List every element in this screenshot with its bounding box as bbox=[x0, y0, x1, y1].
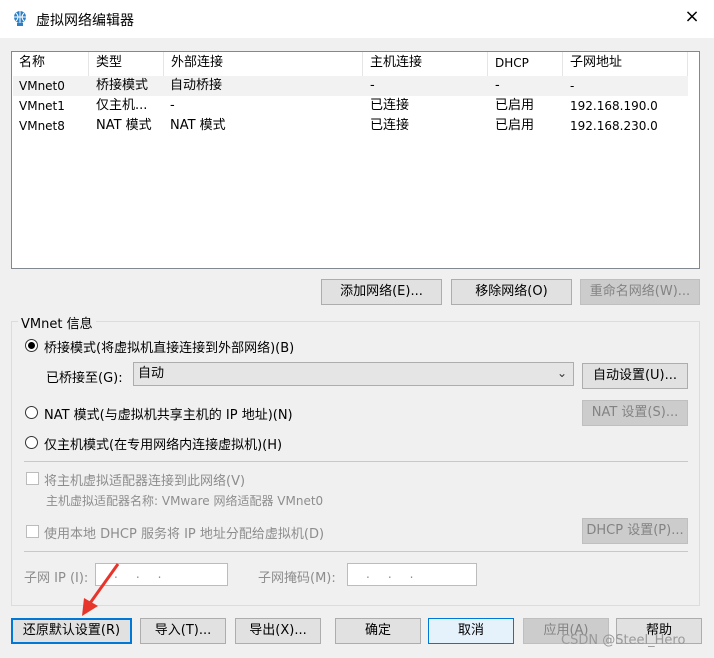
cell-subnet: 192.168.190.0 bbox=[570, 99, 658, 113]
cell-type: 桥接模式 bbox=[96, 78, 149, 93]
cell-dhcp: - bbox=[495, 78, 500, 93]
remove-network-button[interactable]: 移除网络(O) bbox=[451, 279, 572, 305]
connect-adapter-label[interactable]: 将主机虚拟适配器连接到此网络(V) bbox=[44, 470, 245, 489]
auto-settings-button[interactable]: 自动设置(U)... bbox=[582, 363, 688, 389]
dhcp-label[interactable]: 使用本地 DHCP 服务将 IP 地址分配给虚拟机(D) bbox=[44, 523, 324, 542]
bridged-to-value: 自动 bbox=[138, 366, 165, 381]
divider bbox=[24, 551, 688, 552]
cell-type: NAT 模式 bbox=[96, 118, 152, 133]
restore-defaults-button[interactable]: 还原默认设置(R) bbox=[11, 618, 132, 644]
cell-name: VMnet0 bbox=[19, 79, 65, 93]
close-icon[interactable]: × bbox=[682, 7, 702, 27]
add-network-button[interactable]: 添加网络(E)... bbox=[321, 279, 442, 305]
cell-name: VMnet8 bbox=[19, 119, 65, 133]
cell-host: - bbox=[370, 78, 375, 93]
export-button[interactable]: 导出(X)... bbox=[235, 618, 321, 644]
chevron-down-icon: ⌄ bbox=[556, 366, 567, 380]
window-title: 虚拟网络编辑器 bbox=[36, 13, 134, 29]
cell-external: - bbox=[170, 98, 175, 113]
connect-adapter-checkbox[interactable] bbox=[26, 472, 39, 485]
divider bbox=[24, 461, 688, 462]
cell-host: 已连接 bbox=[370, 98, 410, 113]
host-only-label[interactable]: 仅主机模式(在专用网络内连接虚拟机)(H) bbox=[44, 434, 282, 453]
vmnet-info-label: VMnet 信息 bbox=[18, 313, 96, 332]
cell-name: VMnet1 bbox=[19, 99, 65, 113]
cell-type: 仅主机... bbox=[96, 98, 148, 113]
import-button[interactable]: 导入(T)... bbox=[140, 618, 226, 644]
adapter-name-text: 主机虚拟适配器名称: VMware 网络适配器 VMnet0 bbox=[46, 494, 324, 508]
column-header-external[interactable]: 外部连接 bbox=[164, 52, 363, 76]
nat-mode-label[interactable]: NAT 模式(与虚拟机共享主机的 IP 地址)(N) bbox=[44, 404, 293, 423]
nat-settings-button[interactable]: NAT 设置(S)... bbox=[582, 400, 688, 426]
column-header-host[interactable]: 主机连接 bbox=[363, 52, 488, 76]
column-header-name[interactable]: 名称 bbox=[12, 52, 89, 76]
dhcp-checkbox[interactable] bbox=[26, 525, 39, 538]
bridge-mode-label[interactable]: 桥接模式(将虚拟机直接连接到外部网络)(B) bbox=[44, 337, 294, 356]
cell-subnet: - bbox=[570, 79, 575, 93]
ok-button[interactable]: 确定 bbox=[335, 618, 421, 644]
cell-dhcp: 已启用 bbox=[495, 118, 535, 133]
network-list[interactable]: 名称 类型 外部连接 主机连接 DHCP 子网地址 VMnet0 桥接模式 自动… bbox=[11, 51, 700, 269]
subnet-mask-label: 子网掩码(M): bbox=[258, 571, 336, 586]
cell-external: 自动桥接 bbox=[170, 78, 223, 93]
watermark: CSDN @Steel_Hero bbox=[561, 633, 686, 648]
cell-dhcp: 已启用 bbox=[495, 98, 535, 113]
table-row[interactable]: VMnet0 桥接模式 自动桥接 - - - bbox=[13, 76, 688, 96]
bridged-to-select[interactable]: 自动 ⌄ bbox=[133, 362, 574, 386]
column-header-dhcp[interactable]: DHCP bbox=[488, 52, 563, 76]
table-row[interactable]: VMnet8 NAT 模式 NAT 模式 已连接 已启用 192.168.230… bbox=[13, 116, 688, 136]
rename-network-button[interactable]: 重命名网络(W)... bbox=[580, 279, 700, 305]
cell-external: NAT 模式 bbox=[170, 118, 226, 133]
cell-host: 已连接 bbox=[370, 118, 410, 133]
table-row[interactable]: VMnet1 仅主机... - 已连接 已启用 192.168.190.0 bbox=[13, 96, 688, 116]
column-header-subnet[interactable]: 子网地址 bbox=[563, 52, 688, 76]
radio-selected-dot bbox=[28, 342, 35, 349]
nat-mode-radio[interactable] bbox=[25, 406, 38, 419]
network-globe-icon bbox=[14, 11, 26, 26]
host-only-radio[interactable] bbox=[25, 436, 38, 449]
subnet-mask-input[interactable]: ... bbox=[347, 563, 477, 586]
cancel-button[interactable]: 取消 bbox=[428, 618, 514, 644]
annotation-arrow-icon bbox=[82, 563, 120, 616]
dhcp-settings-button[interactable]: DHCP 设置(P)... bbox=[582, 518, 688, 544]
bridge-mode-radio[interactable] bbox=[25, 339, 38, 352]
bridged-to-label: 已桥接至(G): bbox=[46, 371, 123, 386]
column-header-type[interactable]: 类型 bbox=[89, 52, 164, 76]
cell-subnet: 192.168.230.0 bbox=[570, 119, 658, 133]
